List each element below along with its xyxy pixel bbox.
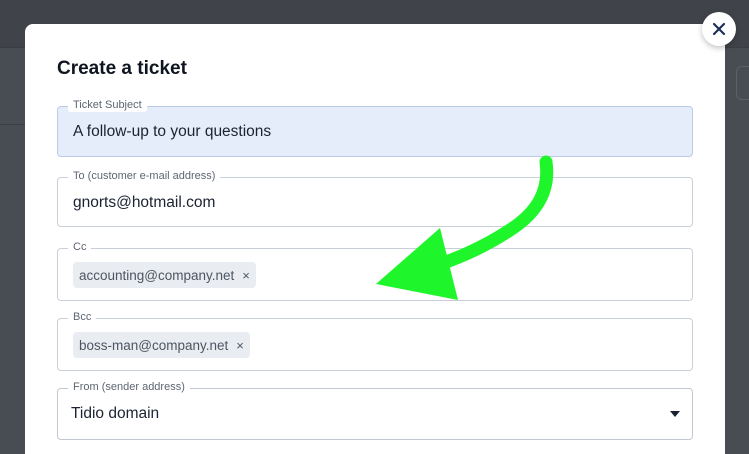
bcc-field[interactable]: Bcc boss-man@company.net × xyxy=(57,310,693,371)
from-sender-label: From (sender address) xyxy=(68,380,190,394)
to-email-value[interactable]: gnorts@hotmail.com xyxy=(73,194,215,212)
from-sender-value[interactable]: Tidio domain xyxy=(71,405,159,423)
modal-title: Create a ticket xyxy=(57,58,187,79)
arrow-icon xyxy=(376,155,554,300)
ticket-subject-label: Ticket Subject xyxy=(68,98,147,112)
background-divider xyxy=(0,124,26,125)
bcc-chip-text: boss-man@company.net xyxy=(79,337,229,353)
cc-label: Cc xyxy=(68,240,92,254)
cc-chip: accounting@company.net × xyxy=(73,262,256,288)
cc-chip-remove-icon[interactable]: × xyxy=(242,269,250,282)
close-button[interactable] xyxy=(702,12,736,46)
bcc-chip-remove-icon[interactable]: × xyxy=(236,339,244,352)
from-sender-select[interactable]: From (sender address) Tidio domain xyxy=(57,380,693,440)
ticket-subject-value[interactable]: A follow-up to your questions xyxy=(73,123,271,141)
bcc-label: Bcc xyxy=(68,310,97,324)
background-button xyxy=(736,66,749,100)
to-email-label: To (customer e-mail address) xyxy=(68,169,221,183)
cc-chip-text: accounting@company.net xyxy=(79,267,235,283)
caret-down-icon[interactable] xyxy=(670,411,680,417)
close-icon xyxy=(712,22,726,36)
bcc-chip: boss-man@company.net × xyxy=(73,332,250,358)
